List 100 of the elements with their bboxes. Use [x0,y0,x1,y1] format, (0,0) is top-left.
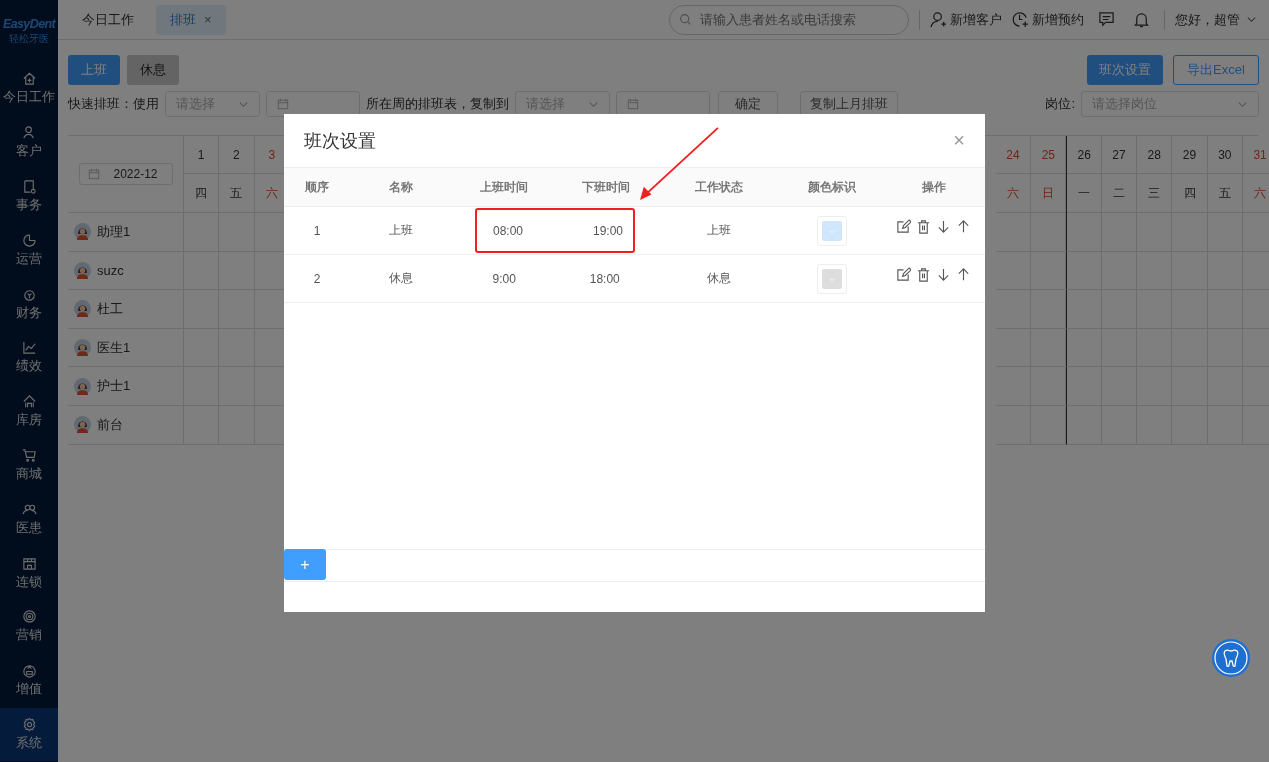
logo: EasyDent [2,16,56,31]
gear-icon [21,716,37,732]
weekday: 五 [219,174,254,213]
table-cell-text: 9:00 [491,271,517,286]
nav-item[interactable]: 运营 [0,223,58,278]
day-number: 26 [1067,136,1101,174]
delete-icon[interactable] [916,267,931,282]
calendar-icon [277,98,289,110]
nav-item[interactable]: 绩效 [0,331,58,385]
day-number: 28 [1137,136,1172,174]
schedule-cell[interactable] [1066,367,1102,406]
table-cell-text: 2 [312,271,322,286]
nav-item[interactable]: 医患 [0,492,58,547]
copy-to-label: 所在周的排班表，复制到 [366,95,509,113]
cart-icon [21,447,37,463]
schedule-cell[interactable] [1066,251,1102,291]
calendar-icon [87,168,100,180]
month-picker[interactable]: 2022-12 [78,163,173,185]
add-appointment-button[interactable]: 新增预约 [1012,10,1084,29]
arrow-up-icon[interactable] [956,267,971,282]
table-cell-text: 18:00 [588,271,621,286]
arrow-down-icon[interactable] [936,219,951,234]
nav-item[interactable]: 库房 [0,384,58,439]
nav-item[interactable]: 事务 [0,169,58,224]
close-tab-button[interactable]: × [204,12,212,27]
staff-name: suzc [97,262,124,278]
user-menu[interactable]: 您好，超管 [1175,10,1257,29]
export-button[interactable]: 导出Excel [1173,55,1259,85]
column-header: 上班时间 [478,178,529,196]
target-icon [21,609,37,625]
weekday: 四 [184,174,219,213]
weekday: 一 [1067,174,1101,213]
staff-name: 杜工 [97,300,123,318]
day-number: 2 [219,136,254,174]
nav-item[interactable]: 营销 [0,599,58,654]
day-number: 27 [1101,136,1137,174]
schedule-cell[interactable] [1031,405,1067,445]
copy-last-month-button[interactable]: 复制上月排班 [800,91,898,117]
avatar-icon [74,223,91,241]
add-button[interactable]: + [284,549,326,580]
bell-icon[interactable] [1133,11,1150,28]
day-number: 25 [1031,136,1066,174]
table-cell-text: 19:00 [591,223,624,238]
schedule-cell[interactable] [1066,213,1102,252]
schedule-cell[interactable] [1031,290,1067,329]
add-customer-button[interactable]: 新增客户 [930,10,1002,29]
home-icon [21,71,37,87]
shift-settings-button[interactable]: 班次设置 [1087,55,1163,85]
schedule-cell[interactable] [1031,251,1067,291]
weekday: 六 [995,174,1031,213]
column-header: 工作状态 [694,178,744,196]
nav-item[interactable]: 财务 [0,277,58,331]
page-tab[interactable]: 今日工作 [68,4,148,35]
page-tab[interactable]: 排班 × [156,4,226,35]
day-number: 29 [1172,136,1207,174]
arrow-up-icon[interactable] [956,219,971,234]
table-cell-text: 休息 [388,270,414,287]
shift-button[interactable]: 上班 [68,55,120,85]
search-field[interactable]: 请输入患者姓名或电话搜索 [669,4,909,35]
weekday: 日 [1031,174,1066,213]
nav-item[interactable]: 今日工作 [0,62,58,116]
table-cell-text: 上班 [706,222,732,239]
schedule-cell[interactable] [1066,328,1102,368]
day-number: 1 [184,136,219,174]
schedule-cell[interactable] [1031,328,1067,368]
schedule-cell[interactable] [1031,367,1067,406]
pie-chart-icon [21,232,37,248]
edit-icon[interactable] [896,219,911,234]
table-cell-text: 1 [312,223,322,238]
calendar-icon [627,98,639,110]
nav-item[interactable]: 客户 [0,115,58,170]
schedule-cell[interactable] [1066,290,1102,329]
help-button[interactable] [1211,638,1251,678]
schedule-cell[interactable] [1066,405,1102,445]
nav-item[interactable]: 商城 [0,438,58,493]
message-icon[interactable] [1098,11,1115,28]
nav-item[interactable]: 连锁 [0,546,58,600]
staff-name: 医生1 [97,338,131,357]
weekday: 五 [1207,174,1242,213]
caret-icon [1246,14,1257,25]
dialog-title: 班次设置 [304,129,376,153]
close-button[interactable]: × [953,129,965,152]
delete-icon[interactable] [916,219,931,234]
avatar-icon [74,377,91,395]
shift-button[interactable]: 休息 [127,55,179,85]
weekday: 六 [1242,174,1269,213]
clock-plus-icon [1012,11,1029,28]
staff-name: 前台 [97,415,123,434]
confirm-button[interactable]: 确定 [718,91,778,117]
table-cell-text: 休息 [706,270,732,287]
staff-name: 护士1 [97,377,131,396]
nav-item[interactable]: 增值 [0,653,58,708]
day-number: 24 [995,136,1031,174]
nav-item[interactable]: 系统 [0,707,58,762]
arrow-down-icon[interactable] [936,267,951,282]
edit-icon[interactable] [896,267,911,282]
avatar-icon [74,416,91,434]
line-chart-icon [21,340,37,356]
document-icon [21,179,37,194]
schedule-cell[interactable] [1031,213,1067,252]
